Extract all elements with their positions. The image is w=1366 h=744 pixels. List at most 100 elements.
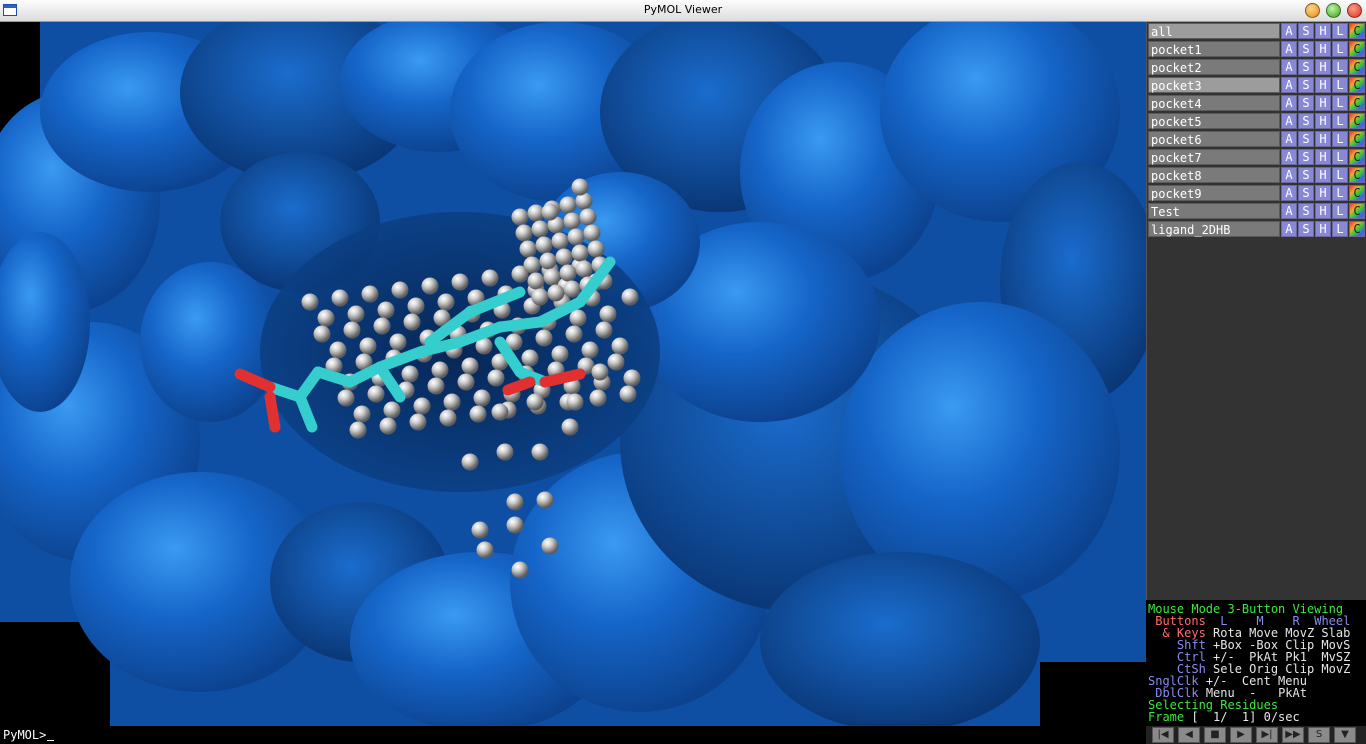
object-c-button[interactable]: C — [1349, 23, 1365, 39]
pocket-sphere — [575, 260, 593, 278]
pocket-sphere — [389, 333, 407, 351]
pocket-sphere — [487, 369, 505, 387]
object-h-button[interactable]: H — [1315, 23, 1331, 39]
object-h-button[interactable]: H — [1315, 77, 1331, 93]
molecular-viewport[interactable] — [0, 22, 1146, 726]
object-a-button[interactable]: A — [1281, 221, 1297, 237]
object-a-button[interactable]: A — [1281, 167, 1297, 183]
object-l-button[interactable]: L — [1332, 77, 1348, 93]
object-s-button[interactable]: S — [1298, 149, 1314, 165]
stop-button[interactable]: ■ — [1204, 727, 1226, 743]
object-name[interactable]: all — [1148, 23, 1280, 39]
object-row: pocket7 A S H L C — [1147, 149, 1366, 166]
object-l-button[interactable]: L — [1332, 113, 1348, 129]
minimize-button[interactable] — [1305, 3, 1320, 18]
pocket-sphere — [421, 277, 439, 295]
object-c-button[interactable]: C — [1349, 59, 1365, 75]
object-s-button[interactable]: S — [1298, 203, 1314, 219]
object-h-button[interactable]: H — [1315, 95, 1331, 111]
object-s-button[interactable]: S — [1298, 167, 1314, 183]
object-c-button[interactable]: C — [1349, 113, 1365, 129]
last-frame-button[interactable]: ▶▶ — [1282, 727, 1304, 743]
pocket-sphere — [401, 365, 419, 383]
object-h-button[interactable]: H — [1315, 167, 1331, 183]
object-h-button[interactable]: H — [1315, 113, 1331, 129]
object-s-button[interactable]: S — [1298, 59, 1314, 75]
pocket-sphere — [523, 256, 541, 274]
object-h-button[interactable]: H — [1315, 59, 1331, 75]
object-c-button[interactable]: C — [1349, 41, 1365, 57]
object-l-button[interactable]: L — [1332, 221, 1348, 237]
object-c-button[interactable]: C — [1349, 95, 1365, 111]
object-name[interactable]: pocket3 — [1148, 77, 1280, 93]
object-name[interactable]: pocket2 — [1148, 59, 1280, 75]
object-l-button[interactable]: L — [1332, 95, 1348, 111]
pocket-sphere — [579, 208, 597, 226]
object-s-button[interactable]: S — [1298, 95, 1314, 111]
object-s-button[interactable]: S — [1298, 41, 1314, 57]
pocket-sphere — [547, 284, 565, 302]
object-name[interactable]: pocket7 — [1148, 149, 1280, 165]
object-a-button[interactable]: A — [1281, 185, 1297, 201]
next-frame-button[interactable]: ▶| — [1256, 727, 1278, 743]
object-a-button[interactable]: A — [1281, 95, 1297, 111]
object-l-button[interactable]: L — [1332, 149, 1348, 165]
play-button[interactable]: ▶ — [1230, 727, 1252, 743]
object-h-button[interactable]: H — [1315, 41, 1331, 57]
object-name[interactable]: pocket1 — [1148, 41, 1280, 57]
pocket-sphere — [511, 561, 529, 579]
close-button[interactable] — [1347, 3, 1362, 18]
object-l-button[interactable]: L — [1332, 131, 1348, 147]
object-l-button[interactable]: L — [1332, 59, 1348, 75]
object-name[interactable]: pocket8 — [1148, 167, 1280, 183]
object-l-button[interactable]: L — [1332, 23, 1348, 39]
object-c-button[interactable]: C — [1349, 221, 1365, 237]
object-c-button[interactable]: C — [1349, 149, 1365, 165]
object-name[interactable]: pocket6 — [1148, 131, 1280, 147]
object-name[interactable]: pocket4 — [1148, 95, 1280, 111]
object-s-button[interactable]: S — [1298, 23, 1314, 39]
object-l-button[interactable]: L — [1332, 41, 1348, 57]
object-h-button[interactable]: H — [1315, 131, 1331, 147]
object-c-button[interactable]: C — [1349, 131, 1365, 147]
object-a-button[interactable]: A — [1281, 41, 1297, 57]
object-a-button[interactable]: A — [1281, 23, 1297, 39]
menu-button[interactable]: ▼ — [1334, 727, 1356, 743]
object-s-button[interactable]: S — [1298, 77, 1314, 93]
object-s-button[interactable]: S — [1298, 131, 1314, 147]
object-l-button[interactable]: L — [1332, 203, 1348, 219]
object-c-button[interactable]: C — [1349, 185, 1365, 201]
pocket-sphere — [571, 244, 589, 262]
object-a-button[interactable]: A — [1281, 203, 1297, 219]
object-name[interactable]: ligand_2DHB — [1148, 221, 1280, 237]
maximize-button[interactable] — [1326, 3, 1341, 18]
object-a-button[interactable]: A — [1281, 149, 1297, 165]
object-s-button[interactable]: S — [1298, 113, 1314, 129]
object-name[interactable]: Test — [1148, 203, 1280, 219]
object-s-button[interactable]: S — [1298, 185, 1314, 201]
pocket-sphere — [599, 305, 617, 323]
object-c-button[interactable]: C — [1349, 203, 1365, 219]
prev-frame-button[interactable]: ◀ — [1178, 727, 1200, 743]
object-h-button[interactable]: H — [1315, 149, 1331, 165]
object-l-button[interactable]: L — [1332, 167, 1348, 183]
object-a-button[interactable]: A — [1281, 59, 1297, 75]
object-c-button[interactable]: C — [1349, 167, 1365, 183]
scene-button[interactable]: S — [1308, 727, 1330, 743]
pocket-sphere — [559, 196, 577, 214]
object-h-button[interactable]: H — [1315, 221, 1331, 237]
object-a-button[interactable]: A — [1281, 131, 1297, 147]
object-h-button[interactable]: H — [1315, 185, 1331, 201]
object-c-button[interactable]: C — [1349, 77, 1365, 93]
object-h-button[interactable]: H — [1315, 203, 1331, 219]
command-line[interactable]: PyMOL> — [0, 726, 1146, 744]
object-name[interactable]: pocket9 — [1148, 185, 1280, 201]
object-s-button[interactable]: S — [1298, 221, 1314, 237]
object-name[interactable]: pocket5 — [1148, 113, 1280, 129]
mouse-mode-panel[interactable]: Mouse Mode 3-Button Viewing Buttons L M … — [1146, 600, 1366, 726]
object-l-button[interactable]: L — [1332, 185, 1348, 201]
object-a-button[interactable]: A — [1281, 77, 1297, 93]
surface-lobe — [140, 262, 280, 422]
object-a-button[interactable]: A — [1281, 113, 1297, 129]
first-frame-button[interactable]: |◀ — [1152, 727, 1174, 743]
